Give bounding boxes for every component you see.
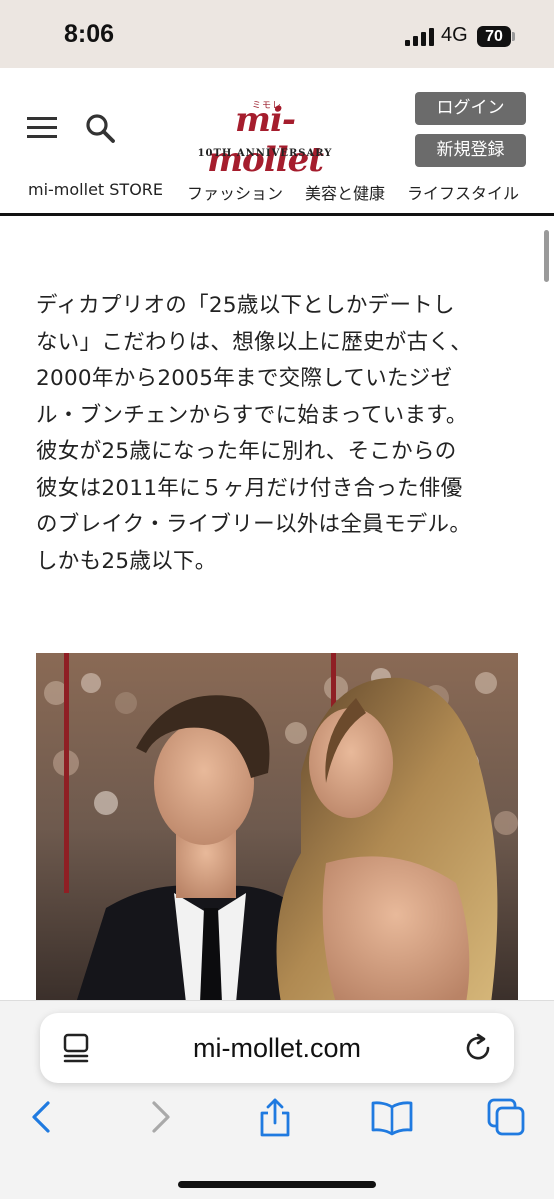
nav-item-beauty-health[interactable]: 美容と健康 [305,180,385,204]
forward-icon[interactable] [140,1097,180,1137]
reload-icon[interactable] [464,1033,494,1063]
article-line: しかも25歳以下。 [36,548,217,574]
status-bar: 8:06 4G 70 [0,0,554,68]
article-line: 2000年から2005年まで交際していたジゼ [36,366,453,391]
category-nav: mi-mollet STORE ファッション 美容と健康 ライフスタイル [0,180,554,204]
network-type: 4G [441,24,468,46]
url-text[interactable]: mi-mollet.com [40,1033,514,1064]
share-icon[interactable] [255,1097,295,1137]
page-scrollbar[interactable] [544,230,549,282]
site-logo[interactable]: ミモレ mi-mollet 10TH ANNIVERSARY [180,92,350,180]
battery-icon: 70 [477,26,511,47]
status-time: 8:06 [64,20,115,48]
nav-item-fashion[interactable]: ファッション [187,180,283,204]
hamburger-menu-icon[interactable] [27,117,57,139]
address-bar[interactable]: mi-mollet.com [40,1013,514,1083]
home-indicator[interactable] [178,1181,376,1188]
register-button[interactable]: 新規登録 [415,134,526,167]
bookmarks-icon[interactable] [370,1097,413,1137]
article-line: ない」こだわりは、想像以上に歴史が古く、 [36,329,473,355]
back-icon[interactable] [22,1097,62,1137]
tabs-icon[interactable] [486,1097,526,1137]
battery-tip [512,32,515,41]
search-icon[interactable] [84,112,116,144]
browser-toolbar: mi-mollet.com [0,1000,554,1199]
article-line: 彼女が25歳になった年に別れ、そこからの [36,439,457,464]
article-line: 彼女は2011年に５ヶ月だけ付き合った俳優 [36,475,463,501]
article-line: ディカプリオの「25歳以下としかデートし [36,293,455,318]
article-line: ル・ブンチェンからすでに始まっています。 [36,402,468,428]
nav-item-lifestyle[interactable]: ライフスタイル [407,180,519,204]
article-photo [36,653,518,1003]
logo-anniversary: 10TH ANNIVERSARY [197,148,333,159]
site-header: ミモレ mi-mollet 10TH ANNIVERSARY ログイン 新規登録… [0,68,554,216]
nav-item-store[interactable]: mi-mollet STORE [28,180,163,199]
login-button[interactable]: ログイン [415,92,526,125]
cellular-signal-icon [405,28,435,46]
article-line: のブレイク・ライブリー以外は全員モデル。 [36,512,472,537]
article-body: ディカプリオの「25歳以下としかデートし ない」こだわりは、想像以上に歴史が古く… [36,288,526,580]
logo-wordmark: mi-mollet [207,100,324,180]
